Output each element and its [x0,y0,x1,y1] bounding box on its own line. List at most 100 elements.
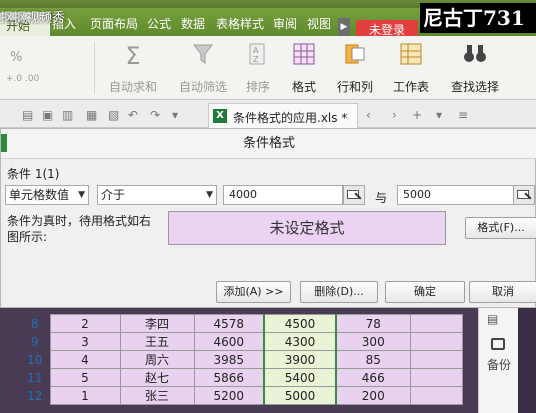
format-button[interactable]: 格式(F)... [465,217,536,239]
table-cell[interactable]: 4300 [263,332,337,351]
row-number[interactable]: 10 [20,351,50,369]
side-panel-icon[interactable]: ▤ [487,312,498,326]
ok-button[interactable]: 确定 [385,281,465,303]
tab-next-icon[interactable]: › [392,108,397,122]
table-cell[interactable]: 李四 [119,314,195,333]
tab-list-icon[interactable]: ≡ [458,108,468,122]
table-cell[interactable]: 赵七 [119,368,195,387]
worksheet-button[interactable]: 工作表 [386,36,436,100]
table-row: 9 3 王五 4600 4300 300 [20,332,463,351]
watermark-text: 抠抠视频秀 [0,11,66,26]
row-number[interactable]: 11 [20,369,50,387]
backup-icon[interactable] [491,338,505,350]
document-tab[interactable]: X 条件格式的应用.xls * [208,103,358,128]
preview-icon[interactable]: ▧ [108,108,119,122]
menu-review[interactable]: 审阅 [273,15,297,32]
sort-button[interactable]: A Z 排序 [238,36,278,100]
vertical-scrollbar[interactable] [518,308,536,413]
table-cell[interactable]: 3985 [193,350,265,369]
cancel-button[interactable]: 取消 [469,281,536,303]
operator-select[interactable]: 介于 ▼ [97,185,217,205]
value-from-input[interactable]: 4000 [223,185,343,205]
save-icon[interactable]: ▣ [42,108,53,122]
table-cell[interactable] [409,350,463,369]
dropdown-icon[interactable]: ▾ [172,108,178,122]
open-icon[interactable]: ▤ [22,108,33,122]
table-cell[interactable] [409,386,463,405]
table-cell[interactable]: 3 [49,332,121,351]
table-cell[interactable]: 3900 [263,350,337,369]
quick-access-bar: ▤ ▣ ▥ ▦ ▧ ↶ ↷ ▾ X 条件格式的应用.xls * ‹ › + ▾ … [0,100,536,128]
table-cell[interactable]: 4 [49,350,121,369]
menu-table-style[interactable]: 表格样式 [216,15,264,32]
table-row: 8 2 李四 4578 4500 78 [20,314,463,333]
table-cell[interactable]: 78 [335,314,411,333]
chevron-down-icon: ▼ [206,190,213,200]
table-cell[interactable]: 85 [335,350,411,369]
worksheet-icon [400,43,422,65]
range-picker-icon[interactable] [343,185,365,205]
side-panel: ▤ 备份 [478,308,518,413]
spreadsheet-icon: X [213,109,227,123]
backup-label[interactable]: 备份 [487,356,511,373]
autofilter-button[interactable]: 自动筛选 [170,36,236,100]
export-icon[interactable]: ▥ [62,108,73,122]
table-row: 11 5 赵七 5866 5400 466 [20,368,463,387]
table-cell[interactable]: 4578 [193,314,265,333]
table-cell[interactable]: 张三 [119,386,195,405]
row-number[interactable]: 9 [20,333,50,351]
menu-view[interactable]: 视图 [307,15,331,32]
table-cell[interactable]: 周六 [119,350,195,369]
percent-icon[interactable]: % [10,50,22,65]
table-cell[interactable]: 王五 [119,332,195,351]
decimal-icon[interactable]: +.0 .00 [6,74,39,84]
table-cell[interactable]: 1 [49,386,121,405]
table-cell[interactable]: 200 [335,386,411,405]
dialog-title: 条件格式 [1,129,536,159]
menu-page-layout[interactable]: 页面布局 [90,15,138,32]
table-cell[interactable] [409,368,463,387]
table-cell[interactable]: 5000 [263,386,337,405]
table-cell[interactable] [409,332,463,351]
redo-icon[interactable]: ↷ [150,108,160,122]
menu-formula[interactable]: 公式 [147,15,171,32]
table-cell[interactable]: 466 [335,368,411,387]
spreadsheet-area: 8 2 李四 4578 4500 78 9 3 王五 4600 4300 300 10 4 周六 3985 39… [0,308,536,413]
cell-value-select[interactable]: 单元格数值 ▼ [5,185,89,205]
table-cell[interactable]: 5200 [193,386,265,405]
undo-icon[interactable]: ↶ [128,108,138,122]
condition-label: 条件 1(1) [7,167,60,181]
delete-button[interactable]: 删除(D)... [300,281,378,303]
add-button[interactable]: 添加(A) >> [216,281,291,303]
conditional-format-dialog: 条件格式 条件 1(1) 单元格数值 ▼ 介于 ▼ 4000 与 5000 条件… [0,128,536,308]
table-cell[interactable]: 300 [335,332,411,351]
table-cell[interactable]: 4500 [263,314,337,333]
new-tab-icon[interactable]: + [412,108,422,122]
find-select-button[interactable]: 查找选择 [442,36,508,100]
print-icon[interactable]: ▦ [86,108,97,122]
tab-prev-icon[interactable]: ‹ [366,108,371,122]
menu-data[interactable]: 数据 [181,15,205,32]
table-cell[interactable]: 5 [49,368,121,387]
rows-cols-button[interactable]: 行和列 [330,36,380,100]
format-preview: 未设定格式 [168,211,446,245]
table-cell[interactable] [409,314,463,333]
table-cell[interactable]: 2 [49,314,121,333]
row-number[interactable]: 8 [20,315,50,333]
menu-more-arrow-icon[interactable]: ▶ [338,18,350,36]
row-number[interactable]: 12 [20,387,50,405]
table-cell[interactable]: 5866 [193,368,265,387]
table-cell[interactable]: 4600 [193,332,265,351]
format-button[interactable]: 格式 [284,36,324,100]
table-row: 10 4 周六 3985 3900 85 [20,350,463,369]
range-picker-icon[interactable] [513,185,535,205]
number-format-group[interactable]: % +.0 .00 [2,36,39,100]
tab-menu-icon[interactable]: ▾ [436,108,442,122]
autosum-button[interactable]: Σ 自动求和 [100,36,166,100]
value-to-input[interactable]: 5000 [397,185,519,205]
format-description: 条件为真时，待用格式如右图所示: [7,214,152,244]
svg-text:Z: Z [253,55,259,64]
table-cell[interactable]: 5400 [263,368,337,387]
sort-az-icon: A Z [249,43,265,65]
data-table: 8 2 李四 4578 4500 78 9 3 王五 4600 4300 300 10 4 周六 3985 39… [20,314,463,405]
